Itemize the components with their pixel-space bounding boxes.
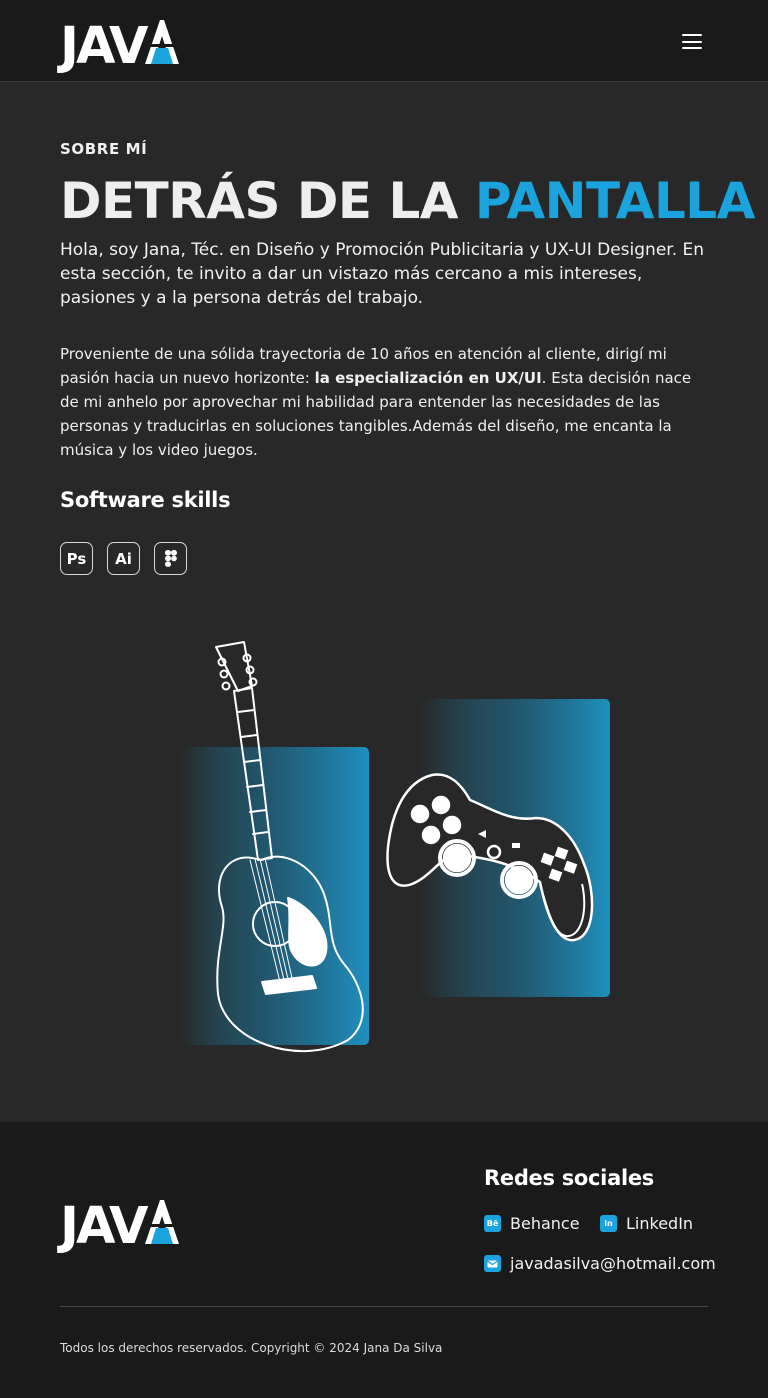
page-title: DETRÁS DE LA PANTALLA	[60, 172, 755, 230]
photoshop-icon: Ps	[60, 542, 93, 575]
guitar-card	[180, 747, 369, 1045]
linkedin-label: LinkedIn	[626, 1214, 694, 1233]
illustrator-icon: Ai	[107, 542, 140, 575]
email-label: javadasilva@hotmail.com	[510, 1254, 716, 1273]
email-link[interactable]: javadasilva@hotmail.com	[484, 1254, 716, 1273]
section-eyebrow: SOBRE MÍ	[60, 140, 148, 158]
headline-part1: DETRÁS DE LA	[60, 172, 475, 230]
linkedin-link[interactable]: in LinkedIn	[600, 1214, 693, 1233]
figma-icon	[154, 542, 187, 575]
logo[interactable]: JAV	[60, 18, 180, 72]
footer-divider	[60, 1306, 708, 1307]
skills-title: Software skills	[60, 488, 231, 512]
hamburger-menu-icon[interactable]	[682, 34, 702, 49]
footer-logo[interactable]: JAV	[60, 1198, 180, 1252]
footer-logo-text: JAV	[60, 1197, 148, 1256]
behance-icon: Bē	[484, 1215, 501, 1232]
mail-icon	[484, 1255, 501, 1272]
headline-accent: PANTALLA	[474, 172, 755, 230]
about-section: SOBRE MÍ DETRÁS DE LA PANTALLA Hola, soy…	[0, 82, 768, 1122]
behance-label: Behance	[510, 1214, 580, 1233]
behance-link[interactable]: Bē Behance	[484, 1214, 580, 1233]
intro-paragraph: Hola, soy Jana, Téc. en Diseño y Promoci…	[60, 240, 705, 308]
linkedin-icon: in	[600, 1215, 617, 1232]
bio-highlight: la especialización en UX/UI	[314, 369, 542, 387]
copyright-text: Todos los derechos reservados. Copyright…	[60, 1341, 443, 1355]
logo-triangle-icon	[145, 1198, 180, 1244]
logo-triangle-icon	[145, 18, 180, 64]
skills-list: Ps Ai	[60, 542, 187, 575]
logo-text: JAV	[60, 17, 148, 76]
bio-paragraph: Proveniente de una sólida trayectoria de…	[60, 342, 710, 462]
site-footer: JAV Redes sociales Bē Behance in LinkedI…	[0, 1122, 768, 1398]
interests-illustration	[180, 641, 610, 1053]
social-title: Redes sociales	[484, 1166, 654, 1190]
site-header: JAV	[0, 0, 768, 82]
